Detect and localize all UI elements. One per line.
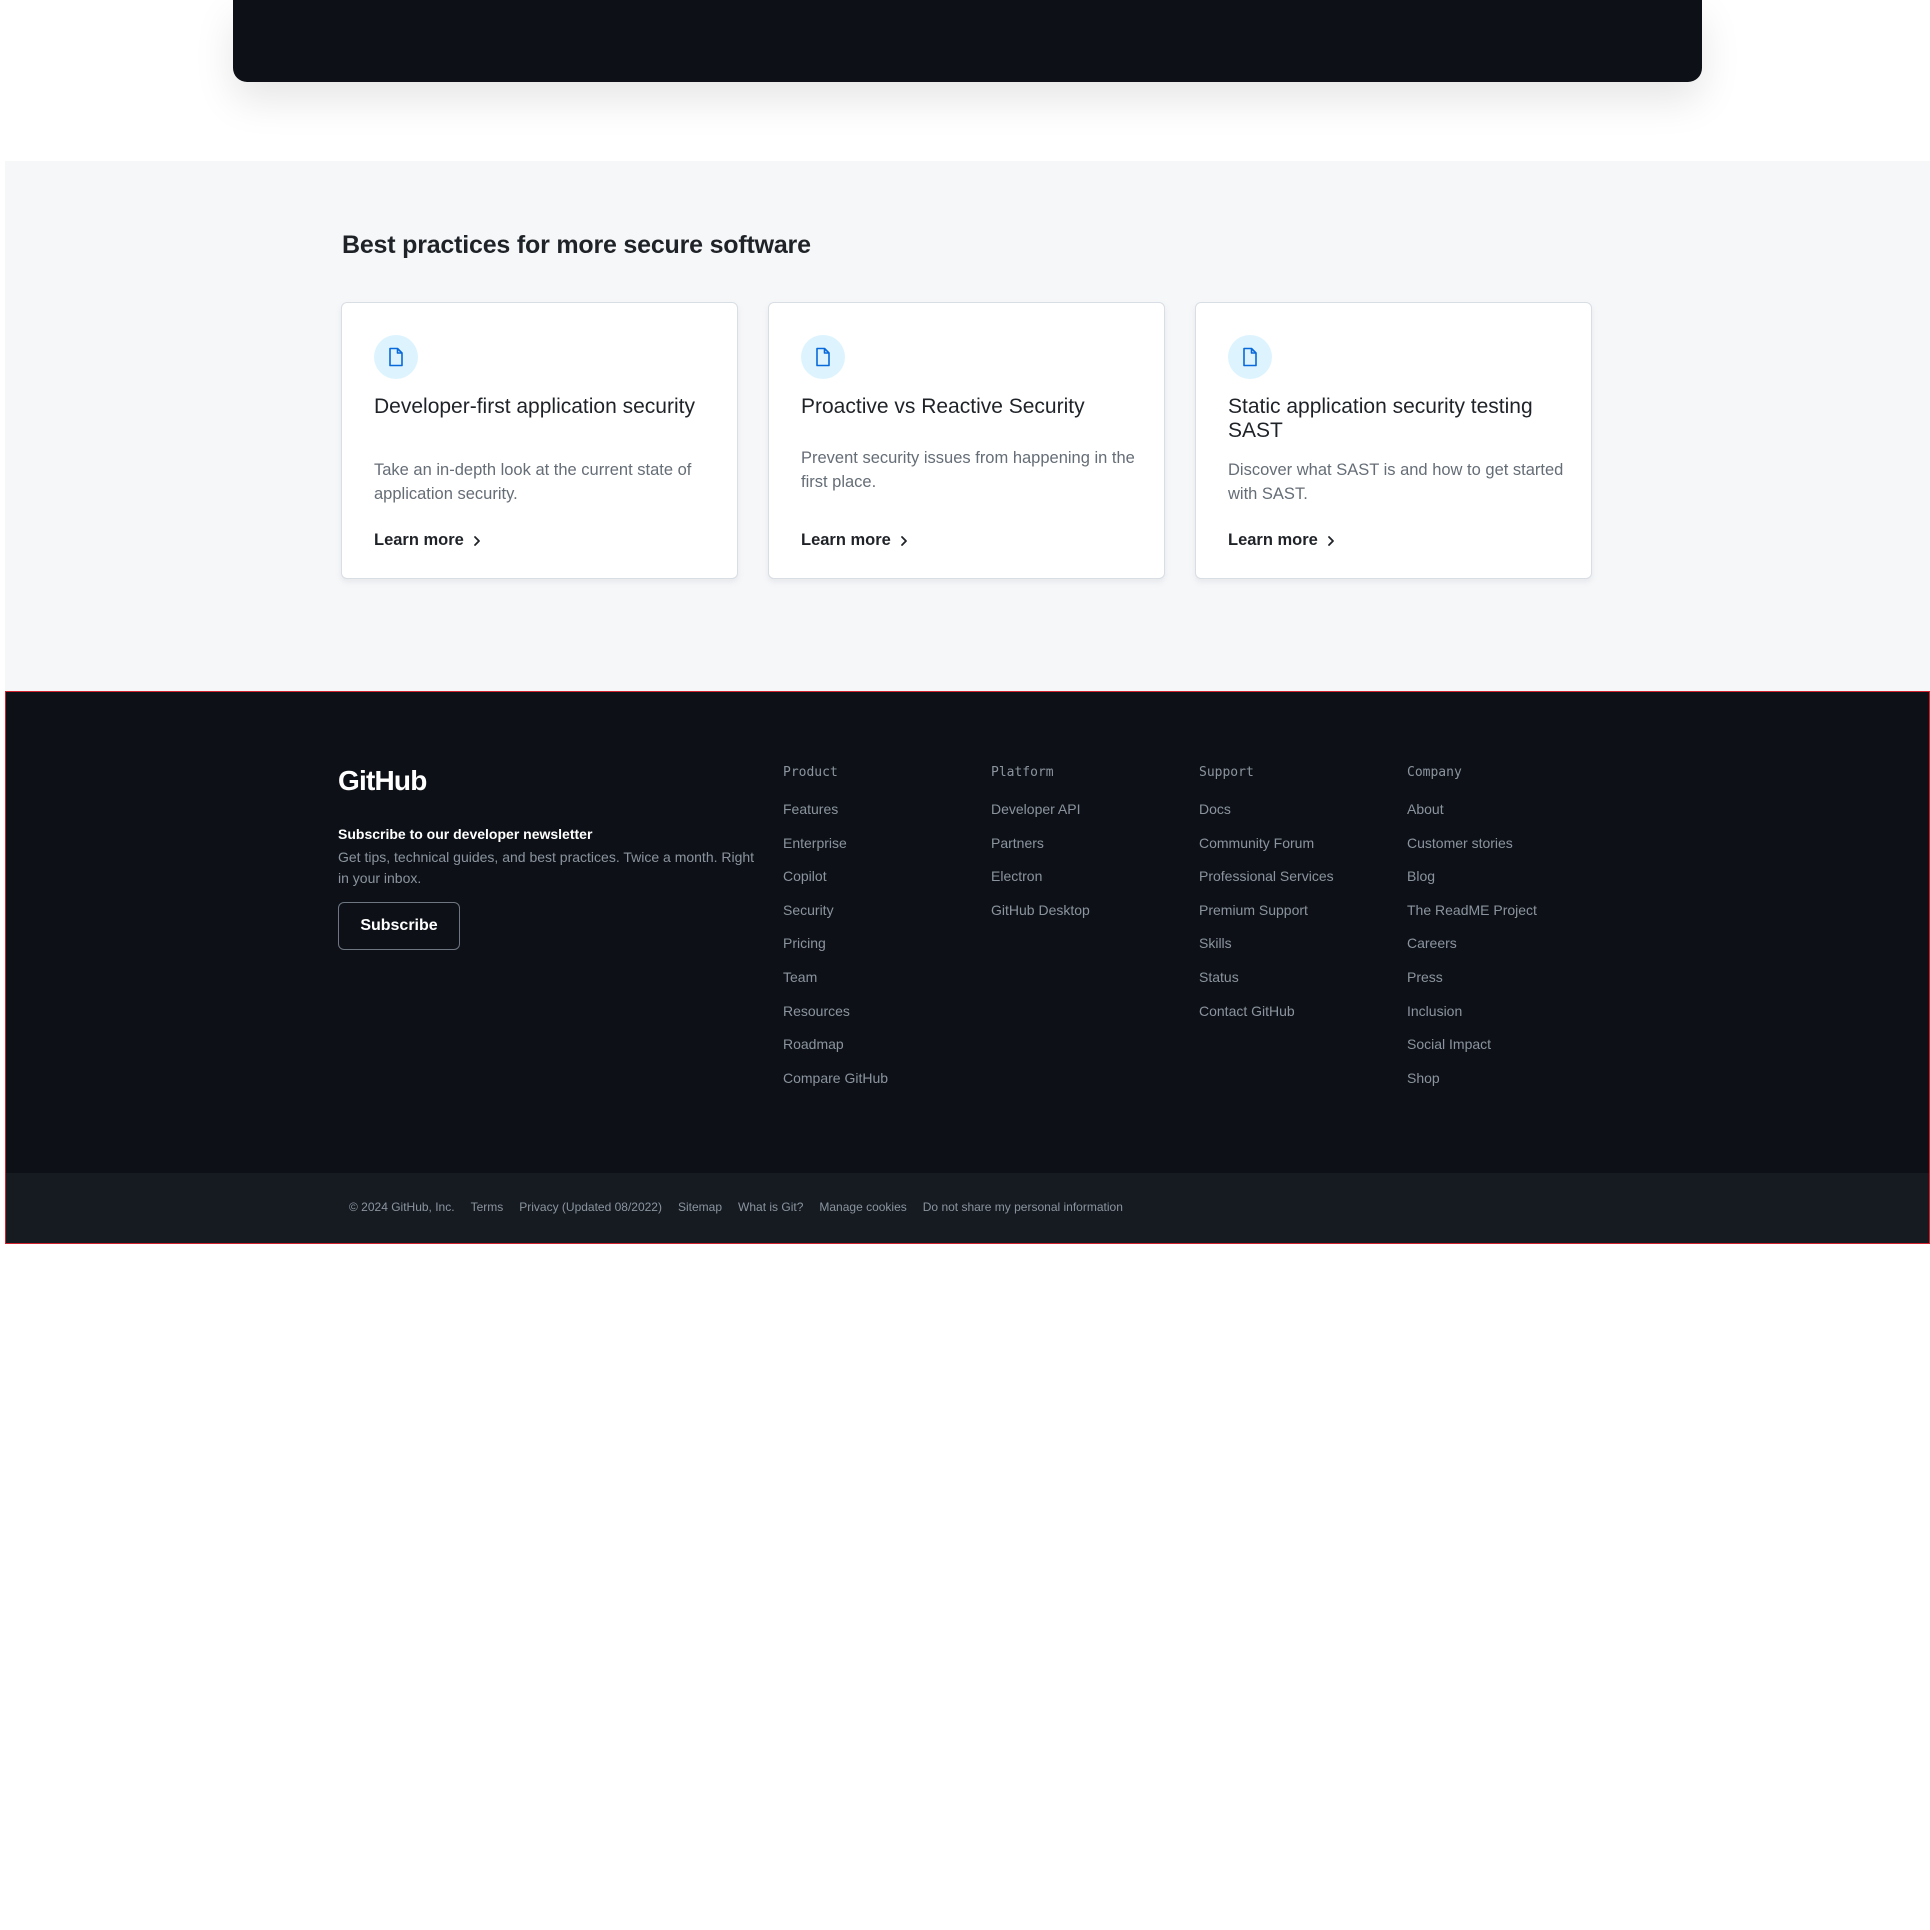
what-is-git-link[interactable]: What is Git?	[738, 1200, 803, 1214]
footer-link[interactable]: Docs	[1199, 801, 1334, 835]
footer-link[interactable]: Customer stories	[1407, 835, 1537, 869]
footer-link[interactable]: Resources	[783, 1003, 888, 1037]
card-title: Proactive vs Reactive Security	[801, 395, 1085, 418]
footer-link[interactable]: Roadmap	[783, 1036, 888, 1070]
do-not-share-link[interactable]: Do not share my personal information	[923, 1200, 1123, 1214]
footer-link[interactable]: Pricing	[783, 935, 888, 969]
card-description: Take an in-depth look at the current sta…	[374, 461, 692, 503]
footer-link[interactable]: Features	[783, 801, 888, 835]
footer-column-product: Product Features Enterprise Copilot Secu…	[783, 765, 888, 1103]
footer-link[interactable]: Skills	[1199, 935, 1334, 969]
learn-more-label: Learn more	[1228, 531, 1318, 549]
footer-link[interactable]: Careers	[1407, 935, 1537, 969]
footer-link[interactable]: Contact GitHub	[1199, 1003, 1334, 1037]
section-title: Best practices for more secure software	[342, 231, 811, 259]
learn-more-link[interactable]: Learn more	[374, 531, 484, 550]
footer-link[interactable]: Social Impact	[1407, 1036, 1537, 1070]
practice-card-sast[interactable]: Static application security testing SAST…	[1195, 302, 1592, 579]
chevron-right-icon	[1327, 535, 1334, 546]
terms-link[interactable]: Terms	[471, 1200, 504, 1214]
footer-link[interactable]: Team	[783, 969, 888, 1003]
footer-link[interactable]: Professional Services	[1199, 868, 1334, 902]
github-logo[interactable]: GitHub	[338, 765, 427, 797]
privacy-link[interactable]: Privacy (Updated 08/2022)	[519, 1200, 662, 1214]
page: Best practices for more secure software …	[0, 0, 1930, 1930]
footer-link[interactable]: Blog	[1407, 868, 1537, 902]
copyright: © 2024 GitHub, Inc.	[349, 1200, 455, 1214]
newsletter-title: Subscribe to our developer newsletter	[338, 826, 593, 842]
learn-more-link[interactable]: Learn more	[1228, 531, 1338, 550]
footer-link[interactable]: Developer API	[991, 801, 1090, 835]
footer-legal-bar: © 2024 GitHub, Inc. Terms Privacy (Updat…	[6, 1173, 1929, 1243]
column-heading: Company	[1407, 765, 1462, 780]
learn-more-label: Learn more	[801, 531, 891, 549]
footer-link[interactable]: Status	[1199, 969, 1334, 1003]
footer-link[interactable]: Electron	[991, 868, 1090, 902]
practice-card-developer-first[interactable]: Developer-first application security Tak…	[341, 302, 738, 579]
column-heading: Support	[1199, 765, 1254, 780]
footer-link[interactable]: Shop	[1407, 1070, 1537, 1104]
card-title: Developer-first application security	[374, 395, 695, 418]
column-heading: Product	[783, 765, 838, 780]
file-icon	[374, 335, 418, 379]
footer-link[interactable]: Community Forum	[1199, 835, 1334, 869]
footer-link[interactable]: The ReadME Project	[1407, 902, 1537, 936]
subscribe-button[interactable]: Subscribe	[338, 902, 460, 950]
file-icon	[801, 335, 845, 379]
best-practices-section: Best practices for more secure software …	[5, 161, 1930, 691]
footer-link[interactable]: Enterprise	[783, 835, 888, 869]
card-description: Prevent security issues from happening i…	[801, 449, 1135, 491]
practice-card-proactive-reactive[interactable]: Proactive vs Reactive Security Prevent s…	[768, 302, 1165, 579]
chevron-right-icon	[900, 535, 907, 546]
file-icon	[1228, 335, 1272, 379]
chevron-right-icon	[473, 535, 480, 546]
footer-link[interactable]: Press	[1407, 969, 1537, 1003]
legal-links: © 2024 GitHub, Inc. Terms Privacy (Updat…	[349, 1200, 1123, 1214]
site-footer: GitHub Subscribe to our developer newsle…	[5, 691, 1930, 1244]
footer-link[interactable]: Copilot	[783, 868, 888, 902]
learn-more-label: Learn more	[374, 531, 464, 549]
footer-link[interactable]: Security	[783, 902, 888, 936]
footer-link[interactable]: Inclusion	[1407, 1003, 1537, 1037]
footer-link[interactable]: Partners	[991, 835, 1090, 869]
sitemap-link[interactable]: Sitemap	[678, 1200, 722, 1214]
footer-column-platform: Platform Developer API Partners Electron…	[991, 765, 1090, 935]
footer-column-company: Company About Customer stories Blog The …	[1407, 765, 1537, 1103]
footer-link[interactable]: GitHub Desktop	[991, 902, 1090, 936]
footer-link[interactable]: Premium Support	[1199, 902, 1334, 936]
newsletter-description: Get tips, technical guides, and best pra…	[338, 849, 755, 886]
column-heading: Platform	[991, 765, 1054, 780]
footer-link[interactable]: About	[1407, 801, 1537, 835]
manage-cookies-link[interactable]: Manage cookies	[819, 1200, 906, 1214]
footer-column-support: Support Docs Community Forum Professiona…	[1199, 765, 1334, 1036]
learn-more-link[interactable]: Learn more	[801, 531, 911, 550]
footer-link[interactable]: Compare GitHub	[783, 1070, 888, 1104]
card-title: Static application security testing SAST	[1228, 395, 1533, 442]
card-description: Discover what SAST is and how to get sta…	[1228, 461, 1564, 503]
top-dark-panel	[233, 0, 1702, 82]
